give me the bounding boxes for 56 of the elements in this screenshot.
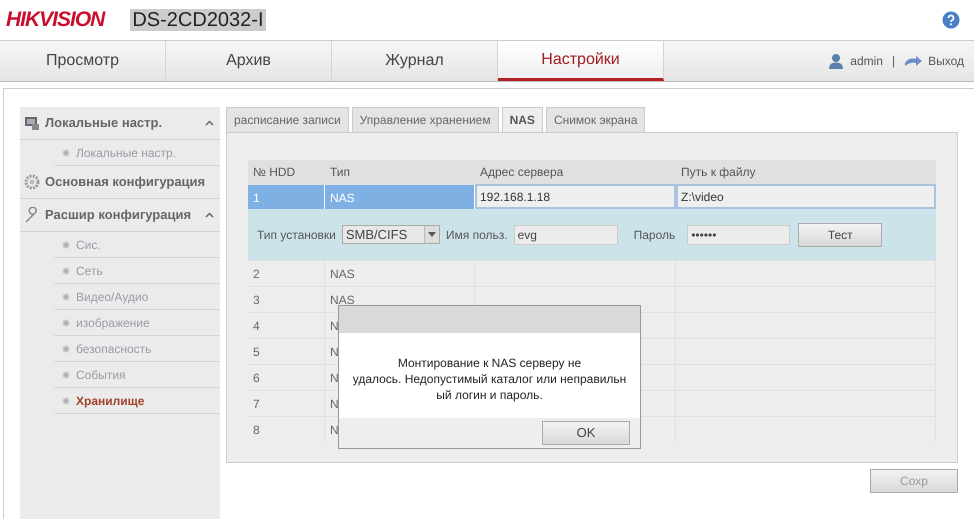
field-label: Тип установки <box>257 226 336 244</box>
sidebar-group[interactable]: Расшир конфигурация <box>45 205 192 225</box>
username: admin <box>850 53 883 70</box>
bullet-icon <box>62 370 70 378</box>
table-cell[interactable]: 2 <box>248 261 325 286</box>
monitor-icon <box>24 115 40 131</box>
dialog-message: Монтирование к NAS серверу не удалось. Недопустимый каталог или неправильн ый логин и пароль. <box>352 354 626 402</box>
column-header: Тип <box>325 160 475 184</box>
bullet-icon <box>62 292 70 300</box>
password-field[interactable]: •••••• <box>687 224 790 244</box>
nav-tab[interactable]: Настройки <box>498 41 664 81</box>
bullet-icon <box>62 148 70 156</box>
bullet-icon <box>62 266 70 274</box>
sidebar-item[interactable]: Хранилище <box>76 392 144 410</box>
file-path-field[interactable]: Z:\video <box>676 184 936 209</box>
username-field[interactable]: evg <box>514 224 618 244</box>
mount-type-dropdown[interactable]: SMB/CIFS <box>342 225 440 244</box>
bullet-icon <box>62 318 70 326</box>
column-header: № HDD <box>248 160 325 184</box>
settings-tab[interactable]: расписание записи <box>226 107 349 132</box>
caret-up-icon[interactable] <box>205 120 214 126</box>
table-cell[interactable]: 3 <box>248 287 325 312</box>
nav-tab[interactable]: Архив <box>166 41 332 81</box>
logout-link[interactable]: Выход <box>928 52 964 70</box>
table-cell[interactable]: 4 <box>248 313 325 338</box>
column-header: Путь к файлу <box>676 160 936 184</box>
wrench-icon <box>24 207 40 223</box>
settings-tab[interactable]: NAS <box>502 107 543 132</box>
field-label: Имя польз. <box>446 226 508 244</box>
bullet-icon <box>62 396 70 404</box>
table-cell[interactable]: 6 <box>248 365 325 390</box>
server-address-field[interactable]: 192.168.1.18 <box>475 184 676 209</box>
caret-up-icon[interactable] <box>205 212 214 218</box>
sidebar-group[interactable]: Основная конфигурация <box>45 172 206 192</box>
dropdown-arrow-icon <box>428 232 436 237</box>
logout-icon[interactable] <box>904 54 922 68</box>
sidebar-group[interactable]: Локальные настр. <box>45 113 162 133</box>
device-model: DS-2CD2032-I <box>130 9 266 31</box>
separator: | <box>892 53 896 70</box>
logo: HIKVISION <box>6 7 104 34</box>
help-icon[interactable] <box>942 11 960 29</box>
test-button[interactable]: Тест <box>798 222 882 246</box>
settings-tab[interactable]: Снимок экрана <box>546 107 646 132</box>
table-cell[interactable]: 8 <box>248 417 325 442</box>
settings-tab[interactable]: Управление хранением <box>352 107 499 132</box>
nav-tab[interactable]: Просмотр <box>0 41 166 81</box>
user-icon <box>828 53 844 69</box>
column-header: Адрес сервера <box>475 160 676 184</box>
ok-button[interactable]: OK <box>542 421 630 445</box>
table-cell[interactable]: NAS <box>325 261 475 286</box>
bullet-icon <box>62 240 70 248</box>
gear-icon <box>24 174 40 190</box>
bullet-icon <box>62 344 70 352</box>
field-label: Пароль <box>634 226 676 244</box>
table-cell[interactable]: 7 <box>248 391 325 416</box>
table-cell[interactable]: 5 <box>248 339 325 364</box>
